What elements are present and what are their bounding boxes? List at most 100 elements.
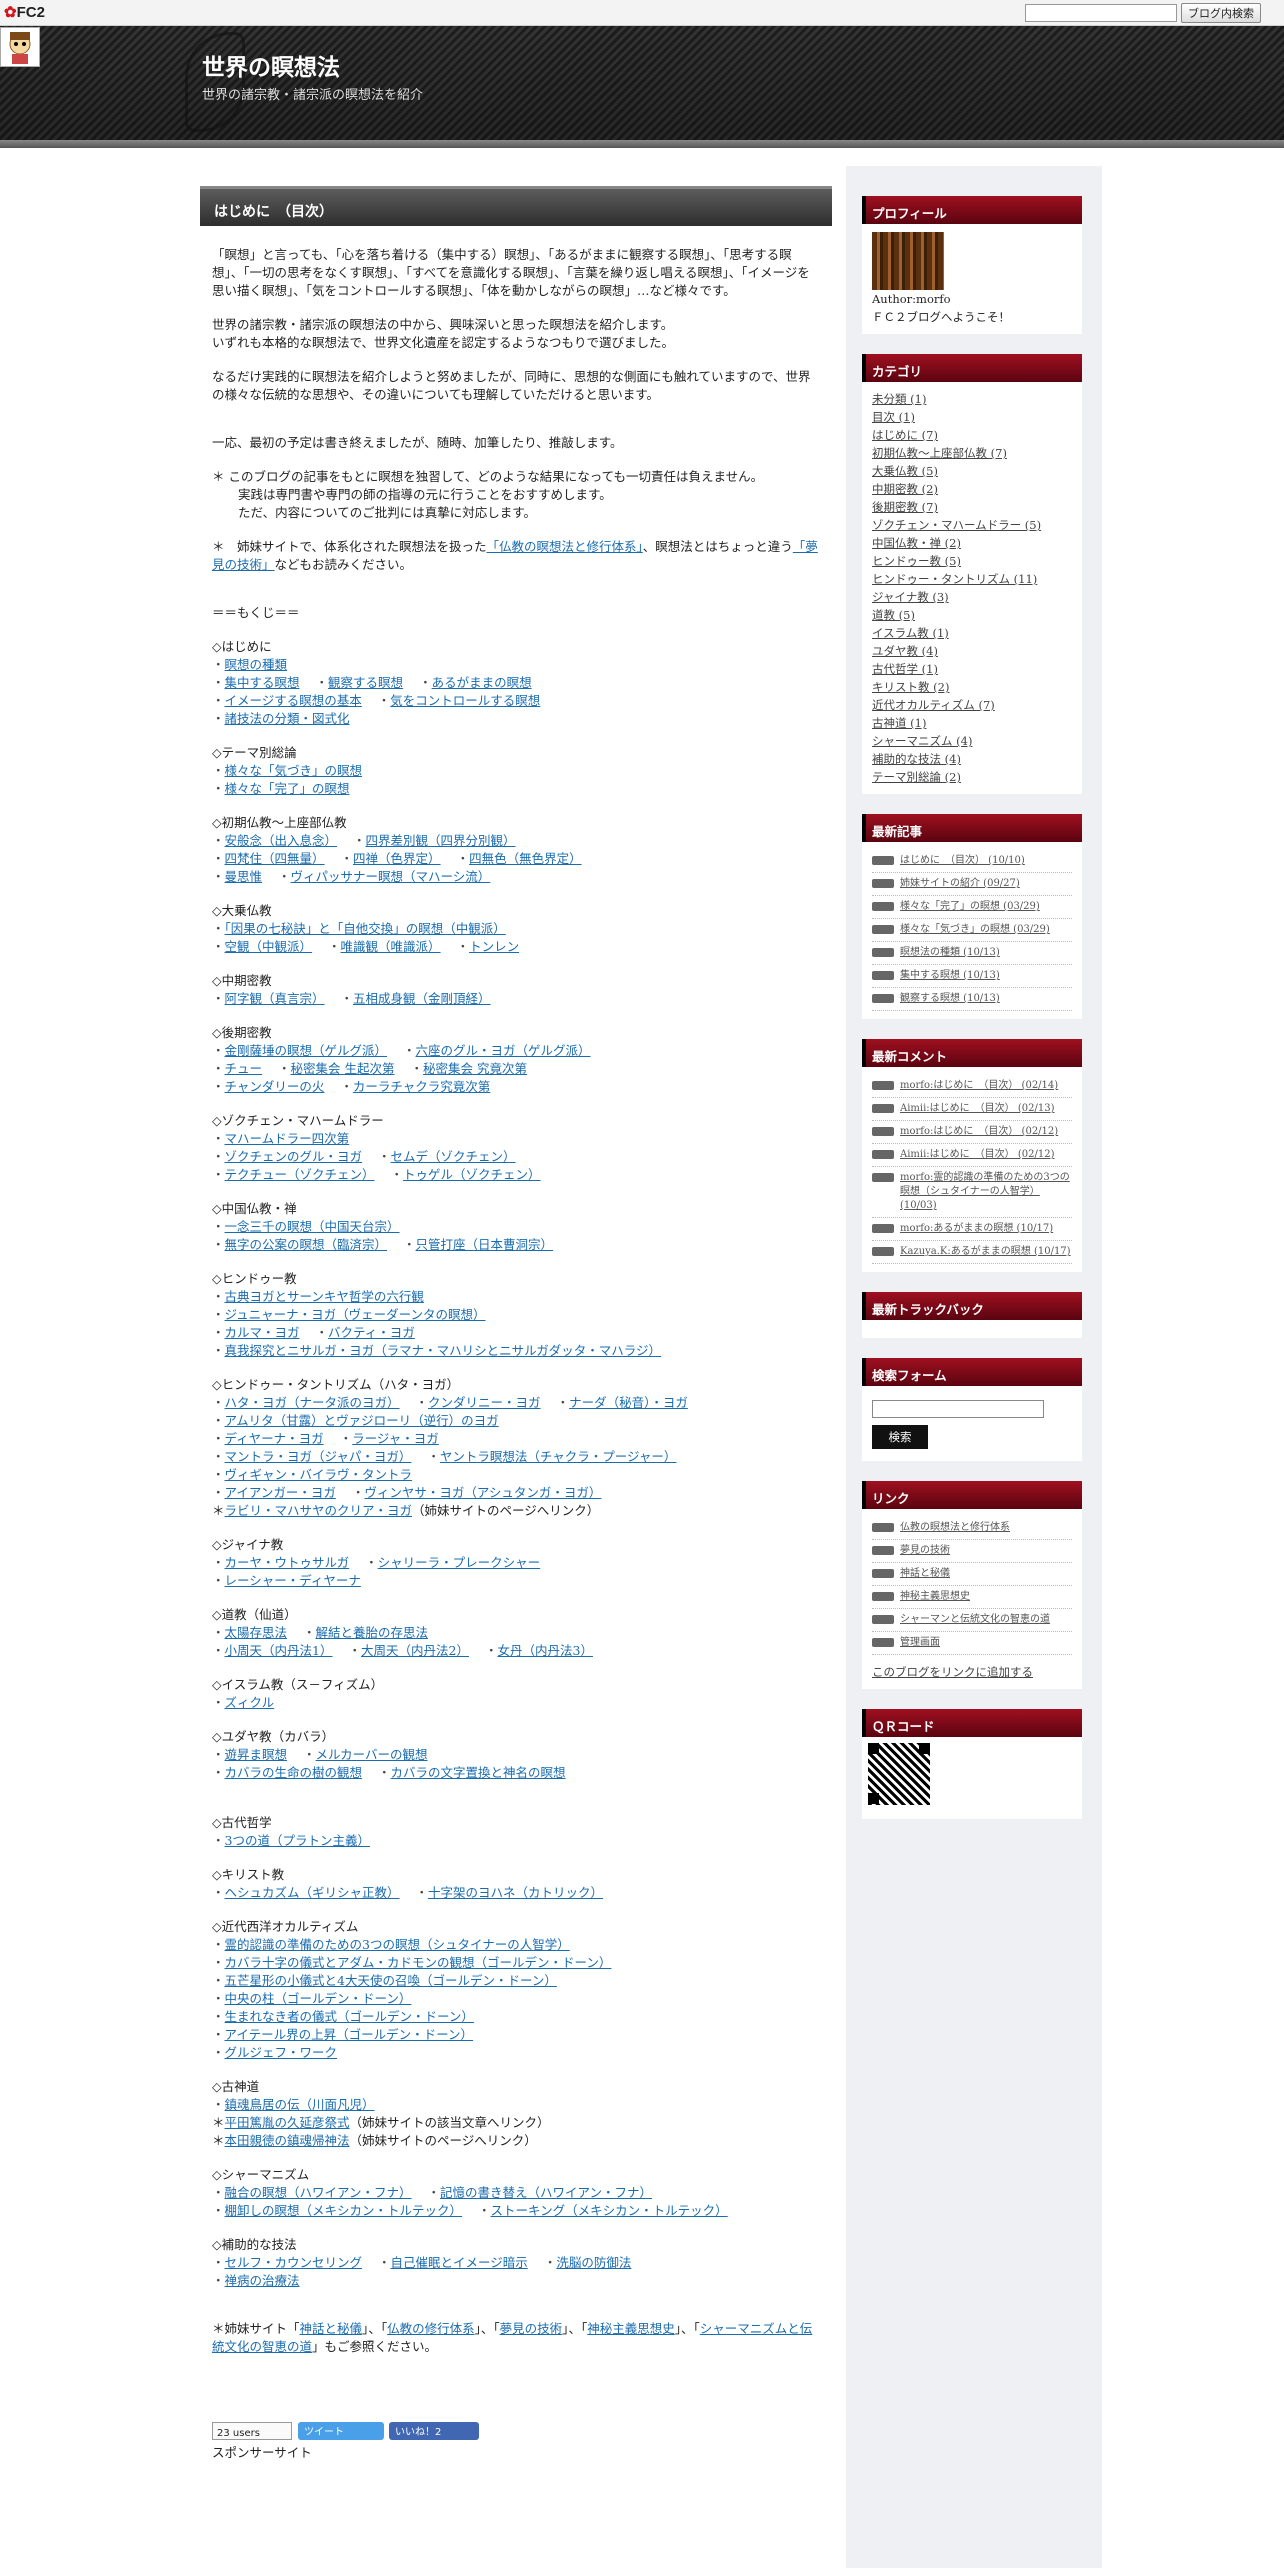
toc-link[interactable]: 女丹（内丹法3） (497, 1643, 592, 1658)
toc-link[interactable]: セルフ・カウンセリング (225, 2255, 363, 2270)
external-link[interactable]: 神秘主義思想史 (900, 1591, 970, 1602)
sister-site-link[interactable]: 「仏教の瞑想法と修行体系」 (487, 539, 643, 554)
toc-link[interactable]: 秘密集会 生起次第 (291, 1061, 395, 1076)
toc-link[interactable]: トンレン (469, 939, 519, 954)
toc-link[interactable]: イメージする瞑想の基本 (225, 693, 362, 708)
toc-link[interactable]: クンダリニー・ヨガ (428, 1395, 541, 1410)
category-link[interactable]: 道教 (5) (872, 606, 1072, 624)
recent-entry-link[interactable]: 瞑想法の種類 (10/13) (900, 947, 1000, 958)
sister-site-link[interactable]: 仏教の修行体系 (387, 2321, 475, 2336)
fc2-logo[interactable]: ✿FC2 (4, 3, 45, 21)
toc-link[interactable]: 六座のグル・ヨガ（ゲルグ派） (416, 1043, 591, 1058)
facebook-like-button[interactable]: いいね！2 (389, 2422, 479, 2440)
category-link[interactable]: 補助的な技法 (4) (872, 750, 1072, 768)
toc-link[interactable]: 四無色（無色界定） (469, 851, 582, 866)
toc-link[interactable]: 四禅（色界定） (353, 851, 441, 866)
toc-link[interactable]: 遊昇ま瞑想 (225, 1747, 288, 1762)
toc-link[interactable]: 解結と養胎の存思法 (316, 1625, 429, 1640)
toc-link[interactable]: カバラ十字の儀式とアダム・カドモンの観想（ゴールデン・ドーン） (225, 1955, 612, 1970)
entry-title[interactable]: はじめに （目次） (200, 186, 832, 226)
toc-link[interactable]: レーシャー・ディヤーナ (225, 1573, 361, 1588)
category-link[interactable]: 目次 (1) (872, 408, 1072, 426)
toc-link[interactable]: 空観（中観派） (225, 939, 313, 954)
recent-comment-link[interactable]: Kazuya.K:あるがままの瞑想 (10/17) (900, 1246, 1071, 1257)
toc-link[interactable]: チュー (225, 1061, 263, 1076)
toc-link[interactable]: ディヤーナ・ヨガ (225, 1431, 324, 1446)
toc-link[interactable]: 鎮魂鳥居の伝（川面凡児） (225, 2097, 375, 2112)
toc-link[interactable]: 記憶の書き替え（ハワイアン・フナ） (440, 2185, 652, 2200)
add-link-link[interactable]: このブログをリンクに追加する (872, 1665, 1033, 1679)
toc-link[interactable]: あるがままの瞑想 (432, 675, 532, 690)
toc-link[interactable]: ズィクル (225, 1695, 275, 1710)
tweet-button[interactable]: ツイート (298, 2422, 384, 2440)
toc-link[interactable]: ストーキング（メキシカン・トルテック） (491, 2203, 728, 2218)
recent-entry-link[interactable]: 様々な「完了」の瞑想 (03/29) (900, 901, 1040, 912)
toc-link[interactable]: カバラの生命の樹の観想 (225, 1765, 363, 1780)
avatar[interactable] (0, 27, 40, 67)
toc-link[interactable]: 真我探究とニサルガ・ヨガ（ラマナ・マハリシとニサルガダッタ・マハラジ） (225, 1343, 662, 1358)
toc-link[interactable]: アイアンガー・ヨガ (225, 1485, 336, 1500)
toc-link[interactable]: 秘密集会 究竟次第 (423, 1061, 527, 1076)
toc-link[interactable]: ハタ・ヨガ（ナータ派のヨガ） (225, 1395, 400, 1410)
toc-link[interactable]: 四界差別観（四界分別観） (366, 833, 516, 848)
toc-link[interactable]: ラージャ・ヨガ (352, 1431, 439, 1446)
toc-link[interactable]: ヴィンヤサ・ヨガ（アシュタンガ・ヨガ） (364, 1485, 601, 1500)
category-link[interactable]: ジャイナ教 (3) (872, 588, 1072, 606)
toc-link[interactable]: 様々な「完了」の瞑想 (225, 781, 350, 796)
toc-link[interactable]: 五相成身観（金剛頂経） (353, 991, 491, 1006)
toc-link[interactable]: 金剛薩埵の瞑想（ゲルグ派） (225, 1043, 388, 1058)
toc-link[interactable]: ヴィギャン・バイラヴ・タントラ (225, 1467, 413, 1482)
recent-comment-link[interactable]: Aimii:はじめに （目次） (02/13) (900, 1103, 1054, 1114)
toc-link[interactable]: 気をコントロールする瞑想 (390, 693, 540, 708)
category-link[interactable]: 後期密教 (7) (872, 498, 1072, 516)
toc-link[interactable]: カーラチャクラ究竟次第 (353, 1079, 490, 1094)
recent-comment-link[interactable]: morfo:はじめに （目次） (02/12) (900, 1126, 1058, 1137)
sister-site-link[interactable]: 本田親徳の鎮魂帰神法 (225, 2133, 350, 2148)
toc-link[interactable]: ヤントラ瞑想法（チャクラ・プージャー） (440, 1449, 677, 1464)
toc-link[interactable]: テクチュー（ゾクチェン） (225, 1167, 375, 1182)
sister-site-link[interactable]: 神秘主義思想史 (587, 2321, 675, 2336)
recent-entry-link[interactable]: 観察する瞑想 (10/13) (900, 993, 1000, 1004)
category-link[interactable]: 古神道 (1) (872, 714, 1072, 732)
recent-entry-link[interactable]: はじめに （目次） (10/10) (900, 855, 1025, 866)
toc-link[interactable]: 五芒星形の小儀式と4大天使の召喚（ゴールデン・ドーン） (225, 1973, 557, 1988)
toc-link[interactable]: ゾクチェンのグル・ヨガ (225, 1149, 363, 1164)
toc-link[interactable]: 様々な「気づき」の瞑想 (225, 763, 363, 778)
toc-link[interactable]: トゥゲル（ゾクチェン） (403, 1167, 541, 1182)
category-link[interactable]: キリスト教 (2) (872, 678, 1072, 696)
toc-link[interactable]: ジュニャーナ・ヨガ（ヴェーダーンタの瞑想） (225, 1307, 486, 1322)
toc-link[interactable]: 阿字観（真言宗） (225, 991, 325, 1006)
recent-comment-link[interactable]: morfo:霊的認識の準備のための3つの瞑想（シュタイナーの人智学） (10/0… (900, 1172, 1070, 1211)
category-link[interactable]: ヒンドゥー・タントリズム (11) (872, 570, 1072, 588)
toc-link[interactable]: 一念三千の瞑想（中国天台宗） (225, 1219, 400, 1234)
toc-link[interactable]: 「因果の七秘訣」と「自他交換」の瞑想（中観派） (225, 921, 506, 936)
category-link[interactable]: ゾクチェン・マハームドラー (5) (872, 516, 1072, 534)
category-link[interactable]: 近代オカルティズム (7) (872, 696, 1072, 714)
toc-link[interactable]: 只管打座（日本曹洞宗） (416, 1237, 554, 1252)
toc-link[interactable]: 諸技法の分類・図式化 (225, 711, 350, 726)
sister-site-link[interactable]: ラビリ・マハサヤのクリア・ヨガ (225, 1503, 413, 1518)
sister-site-link[interactable]: 平田篤胤の久延彦祭式 (225, 2115, 350, 2130)
toc-link[interactable]: ヴィパッサナー瞑想（マハーシ流） (291, 869, 491, 884)
toc-link[interactable]: 瞑想の種類 (225, 657, 288, 672)
toc-link[interactable]: 十字架のヨハネ（カトリック） (428, 1885, 603, 1900)
toc-link[interactable]: 曼思惟 (225, 869, 263, 884)
external-link[interactable]: 夢見の技術 (900, 1545, 950, 1556)
blog-search-button[interactable]: ブログ内検索 (1181, 3, 1261, 23)
sidebar-search-button[interactable]: 検索 (872, 1424, 928, 1449)
toc-link[interactable]: 中央の柱（ゴールデン・ドーン） (225, 1991, 412, 2006)
toc-link[interactable]: 霊的認識の準備のための3つの瞑想（シュタイナーの人智学） (225, 1937, 570, 1952)
category-link[interactable]: ヒンドゥー教 (5) (872, 552, 1072, 570)
toc-link[interactable]: ナーダ（秘音）・ヨガ (569, 1395, 688, 1410)
toc-link[interactable]: カルマ・ヨガ (225, 1325, 300, 1340)
toc-link[interactable]: カーヤ・ウトゥサルガ (225, 1555, 350, 1570)
external-link[interactable]: 管理画面 (900, 1637, 940, 1648)
recent-comment-link[interactable]: morfo:はじめに （目次） (02/14) (900, 1080, 1058, 1091)
category-link[interactable]: ユダヤ教 (4) (872, 642, 1072, 660)
toc-link[interactable]: 自己催眠とイメージ暗示 (391, 2255, 528, 2270)
category-link[interactable]: 中期密教 (2) (872, 480, 1072, 498)
toc-link[interactable]: 太陽存思法 (225, 1625, 288, 1640)
toc-link[interactable]: 生まれなき者の儀式（ゴールデン・ドーン） (225, 2009, 474, 2024)
toc-link[interactable]: 大周天（内丹法2） (361, 1643, 469, 1658)
toc-link[interactable]: グルジェフ・ワーク (225, 2045, 338, 2060)
